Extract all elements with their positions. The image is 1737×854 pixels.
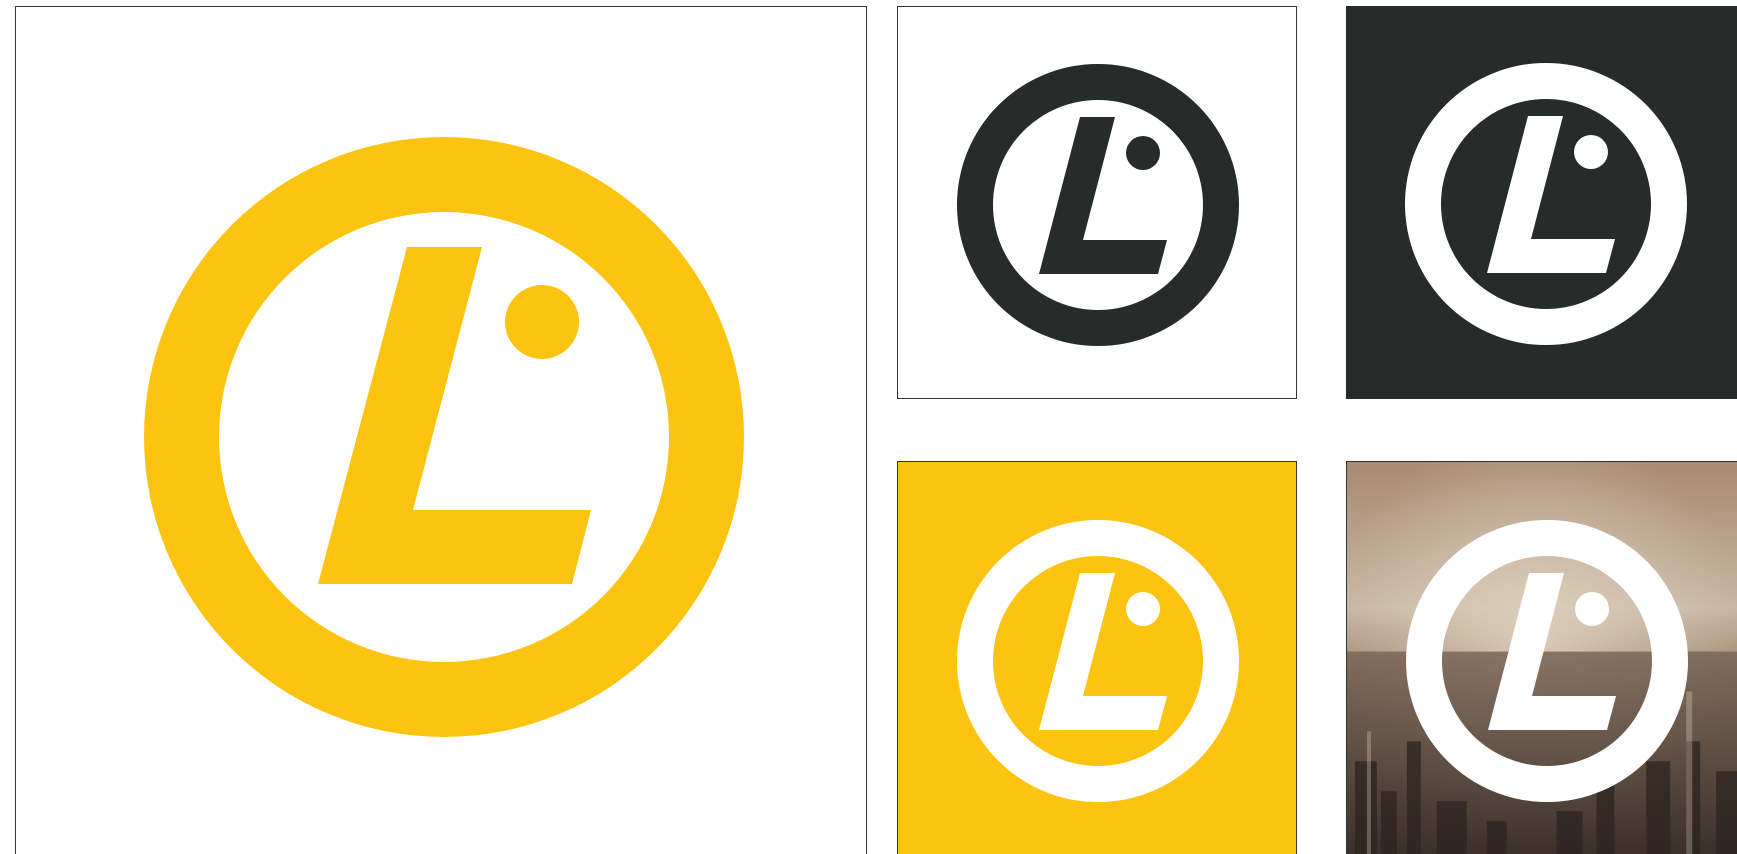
logo-mark: [144, 137, 744, 737]
logo-variants-sheet: [0, 0, 1737, 854]
l-dot-circle-icon: [957, 519, 1239, 803]
l-dot-circle-icon: [1405, 62, 1687, 346]
l-dot-circle-icon: [144, 137, 744, 737]
white-on-photo-panel: [1346, 461, 1737, 854]
white-on-yellow-panel: [897, 461, 1297, 854]
logo-mark: [957, 63, 1239, 347]
logo-mark: [957, 519, 1239, 803]
logo-mark: [1405, 62, 1687, 346]
dark-on-white-panel: [897, 6, 1297, 399]
primary-logo-panel: [15, 6, 867, 854]
white-on-dark-panel: [1346, 6, 1737, 399]
logo-mark: [1406, 519, 1688, 803]
l-dot-circle-icon: [1406, 519, 1688, 803]
l-dot-circle-icon: [957, 63, 1239, 347]
